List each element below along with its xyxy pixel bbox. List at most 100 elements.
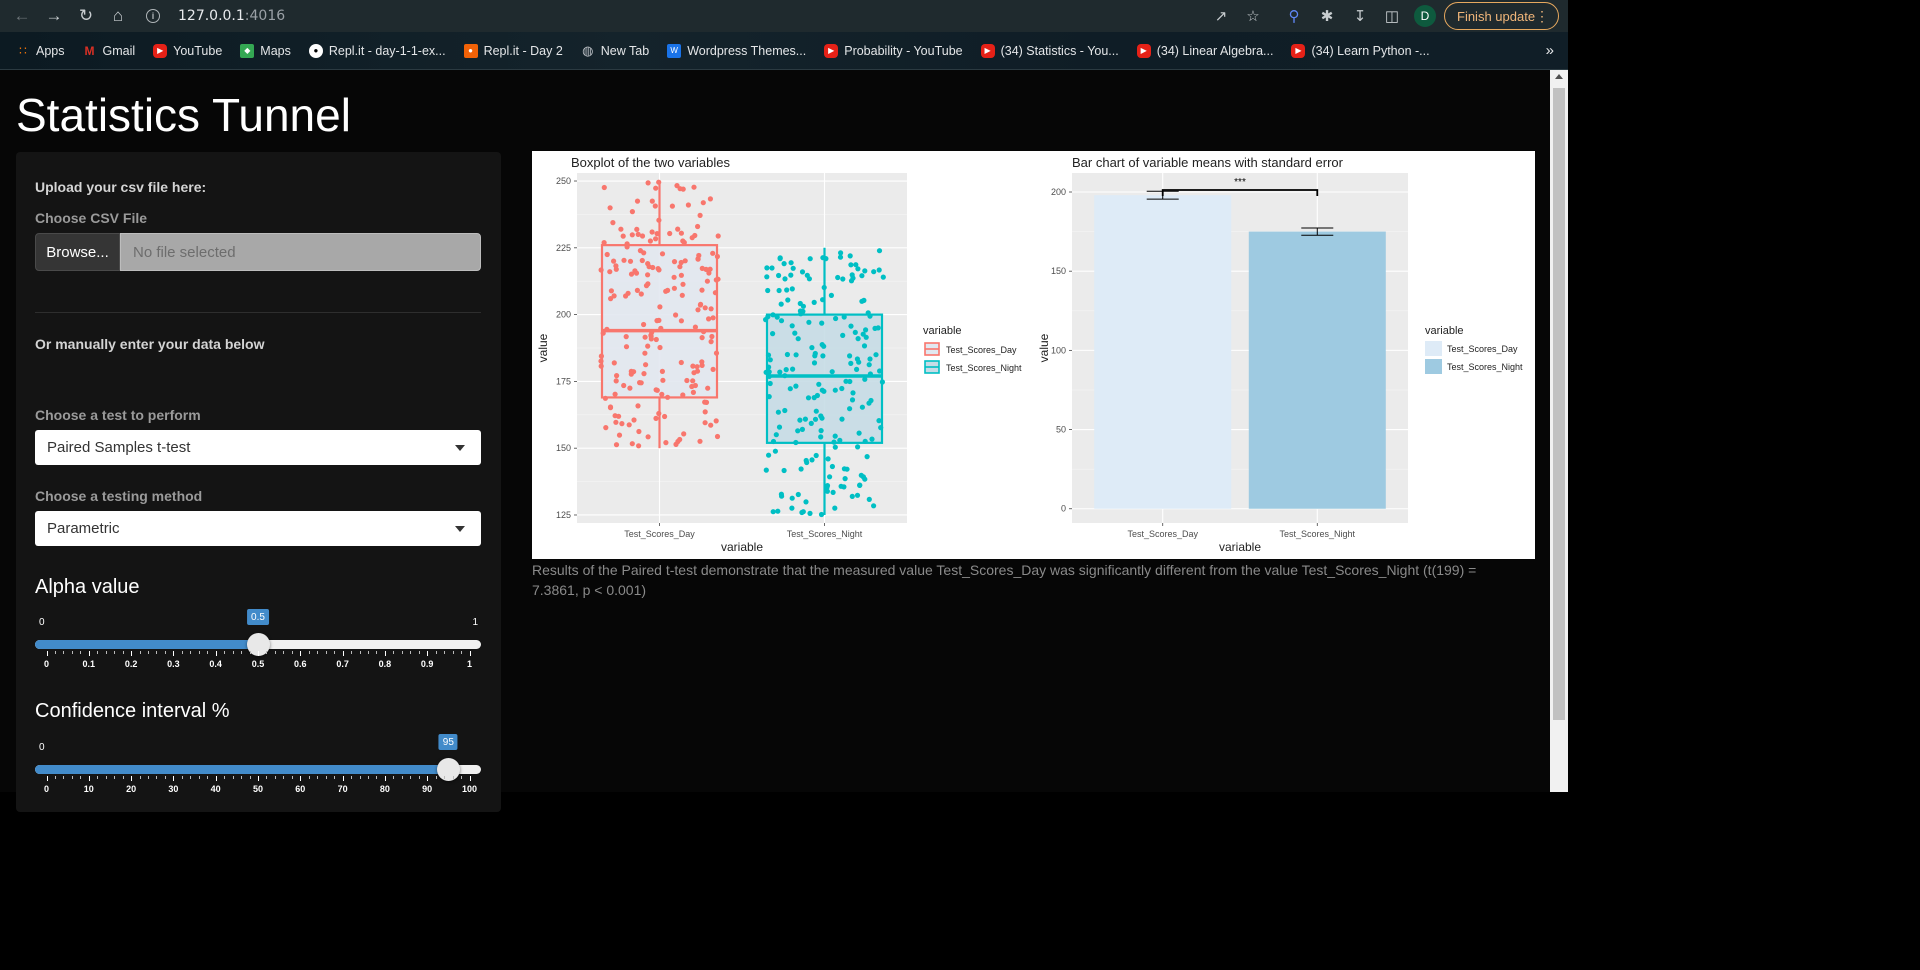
forward-icon[interactable]: →: [38, 0, 70, 32]
data-point: [602, 395, 608, 401]
data-point: [700, 200, 706, 206]
bookmark-item[interactable]: ▶ (34) Linear Algebra...: [1136, 43, 1273, 58]
data-point: [811, 360, 818, 366]
slider-tick: [54, 776, 56, 779]
data-point: [816, 381, 822, 387]
data-point: [603, 425, 609, 431]
test-select-value: Paired Samples t-test: [47, 439, 191, 456]
side-panel-icon[interactable]: ◫: [1382, 6, 1402, 26]
finish-update-button[interactable]: Finish update ⋮: [1444, 2, 1559, 30]
test-select[interactable]: Paired Samples t-test: [35, 430, 481, 465]
slider-tick: [359, 651, 361, 654]
data-point: [790, 366, 796, 372]
data-point: [862, 438, 868, 444]
bookmark-item[interactable]: ∷ Apps: [16, 44, 64, 58]
page-scrollbar[interactable]: [1550, 70, 1568, 792]
slider-tick: [334, 776, 336, 779]
bookmark-label: YouTube: [173, 43, 223, 58]
bookmark-item[interactable]: ▶ (34) Statistics - You...: [980, 43, 1119, 58]
data-point: [619, 421, 625, 427]
extensions-icon[interactable]: ✱: [1317, 6, 1337, 26]
data-point: [705, 385, 711, 391]
data-point: [869, 436, 875, 442]
data-point: [649, 198, 655, 204]
bookmark-item[interactable]: M Gmail: [83, 44, 136, 58]
bookmark-label: Wordpress Themes...: [687, 43, 807, 58]
data-point: [867, 356, 873, 362]
slider-tick: [334, 651, 336, 654]
bookmark-item[interactable]: ▶ (34) Learn Python -...: [1291, 43, 1430, 58]
slider-tick: [317, 776, 319, 779]
data-point: [798, 466, 804, 472]
x-tick-label: Test_Scores_Day: [624, 529, 695, 539]
data-point: [813, 408, 819, 414]
scroll-thumb[interactable]: [1553, 88, 1565, 720]
y-tick-label: 150: [1051, 266, 1066, 276]
data-point: [763, 467, 769, 473]
slider-tick: [71, 651, 73, 654]
finish-update-label: Finish update: [1457, 8, 1536, 24]
home-icon[interactable]: ⌂: [102, 0, 134, 32]
legend-title: variable: [923, 325, 962, 337]
data-point: [662, 413, 668, 420]
bookmark-item[interactable]: ◍ New Tab: [581, 43, 649, 58]
slider-tick: [283, 651, 285, 654]
data-point: [763, 317, 769, 323]
data-point: [708, 422, 714, 428]
data-point: [803, 499, 809, 505]
bookmark-item[interactable]: ● Repl.it - day-1-1-ex...: [308, 43, 446, 58]
method-select[interactable]: Parametric: [35, 511, 481, 546]
download-icon[interactable]: ↧: [1350, 6, 1370, 26]
data-point: [639, 257, 645, 264]
data-point: [604, 326, 610, 332]
search-lens-icon[interactable]: ⚲: [1284, 6, 1304, 26]
reload-icon[interactable]: ↻: [70, 0, 102, 32]
bookmark-item[interactable]: ● Repl.it - Day 2: [463, 43, 563, 58]
site-info-icon[interactable]: i: [146, 9, 160, 23]
scroll-up-icon[interactable]: [1555, 74, 1563, 79]
data-point: [781, 467, 787, 474]
bookmark-item[interactable]: ▶ YouTube: [153, 43, 223, 58]
ci-slider[interactable]: 0 95 0 10 20 30 40 50 60 70 80 90 100: [35, 734, 481, 802]
data-point: [647, 238, 653, 244]
data-point: [766, 364, 772, 370]
share-icon[interactable]: ↗: [1211, 6, 1231, 26]
data-point: [685, 202, 691, 208]
data-point: [789, 495, 795, 501]
data-point: [652, 203, 658, 209]
slider-tick: [80, 776, 82, 779]
data-point: [808, 420, 814, 426]
y-tick-label: 0: [1061, 504, 1066, 514]
alpha-slider[interactable]: 0 1 0.5 0 0.1 0.2 0.3 0.4 0.5 0.6 0.7 0.8 0.9 1: [35, 609, 481, 677]
replit-icon: ●: [308, 43, 323, 58]
slider-tick: [351, 776, 353, 779]
browse-button[interactable]: Browse...: [35, 233, 120, 271]
bookmark-star-icon[interactable]: ☆: [1243, 6, 1263, 26]
data-point: [861, 297, 867, 303]
data-point: [848, 323, 854, 329]
profile-avatar[interactable]: D: [1414, 5, 1436, 27]
data-point: [863, 327, 869, 333]
slider-tick: [173, 651, 175, 656]
back-icon[interactable]: ←: [6, 0, 38, 32]
bookmark-item[interactable]: ▶ Probability - YouTube: [824, 43, 963, 58]
data-point: [659, 368, 665, 374]
data-point: [769, 265, 775, 271]
legend-key: [1425, 359, 1442, 374]
ci-ticks: 0 10 20 30 40 50 60 70 80 90 100: [35, 776, 481, 796]
data-point: [653, 336, 659, 343]
bookmark-item[interactable]: W Wordpress Themes...: [667, 43, 807, 58]
y-axis-label: value: [536, 333, 550, 362]
data-point: [678, 230, 684, 236]
data-point: [656, 267, 662, 273]
data-point: [635, 403, 641, 409]
bookmark-item[interactable]: ◆ Maps: [240, 43, 291, 58]
slider-tick: [131, 776, 133, 781]
file-name-field[interactable]: No file selected: [120, 233, 481, 271]
data-point: [766, 373, 772, 379]
data-point: [601, 184, 607, 191]
address-bar[interactable]: i 127.0.0.1:4016: [144, 3, 1204, 29]
kebab-menu-icon[interactable]: ⋮: [1535, 8, 1549, 25]
bookmarks-overflow-icon[interactable]: »: [1546, 42, 1554, 59]
slider-tick-label: 0.2: [124, 659, 138, 669]
